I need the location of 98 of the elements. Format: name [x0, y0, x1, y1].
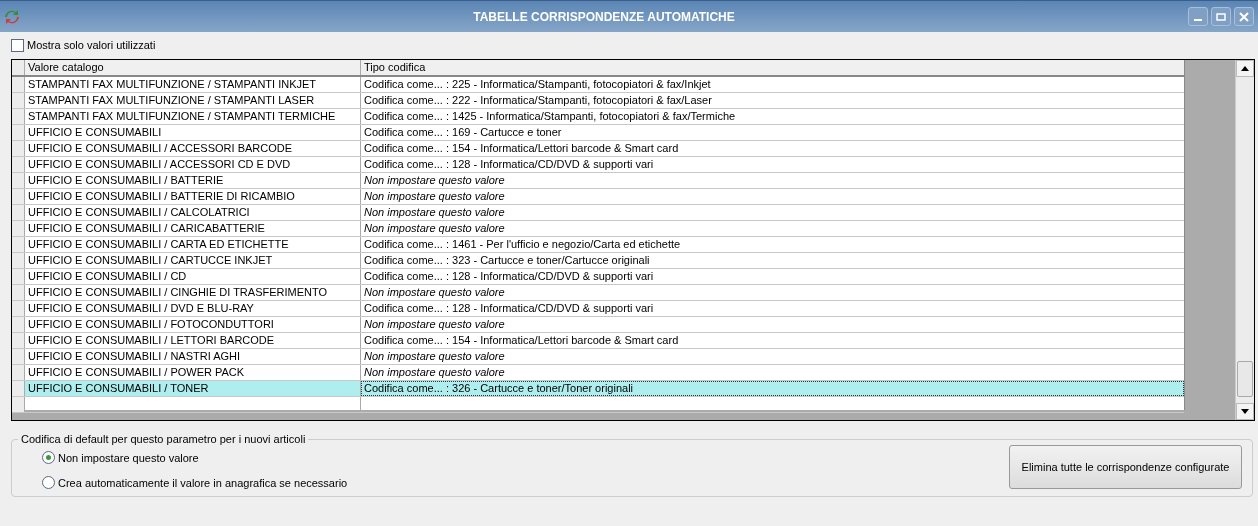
table-cell: UFFICIO E CONSUMABILI / CD [25, 269, 361, 284]
row-header [12, 269, 25, 284]
table-cell-text: Non impostare questo valore [363, 365, 506, 380]
row-header [12, 221, 25, 236]
table-row[interactable]: UFFICIO E CONSUMABILI / BATTERIE DI RICAMBIO Non impostare questo valore [12, 189, 1184, 205]
table-row[interactable]: UFFICIO E CONSUMABILI Codifica come... : 169 - Cartucce e toner [12, 125, 1184, 141]
table-cell: UFFICIO E CONSUMABILI / ACCESSORI BARCODE [25, 141, 361, 156]
table-row[interactable]: UFFICIO E CONSUMABILI / CARTUCCE INKJET Codifica come... : 323 - Cartucce e toner/Cartucce originali [12, 253, 1184, 269]
table-cell: UFFICIO E CONSUMABILI / BATTERIE DI RICAMBIO [25, 189, 361, 204]
table-row[interactable]: UFFICIO E CONSUMABILI / BATTERIE Non impostare questo valore [12, 173, 1184, 189]
table-cell: UFFICIO E CONSUMABILI [25, 125, 361, 140]
radio-button[interactable] [42, 451, 55, 464]
table-cell: Codifica come... : 326 - Cartucce e toner/Toner originali [361, 381, 1184, 396]
table-row[interactable]: STAMPANTI FAX MULTIFUNZIONE / STAMPANTI INKJET Codifica come... : 225 - Informatica/Stampanti, fotocopiatori & fax/Inkjet [12, 77, 1184, 93]
table-row[interactable]: UFFICIO E CONSUMABILI / NASTRI AGHI Non impostare questo valore [12, 349, 1184, 365]
table-cell: UFFICIO E CONSUMABILI / TONER [25, 381, 361, 396]
table-cell-text: Codifica come... : 128 - Informatica/CD/DVD & supporti vari [363, 157, 655, 172]
column-header[interactable]: Valore catalogo [25, 60, 361, 75]
table-cell: STAMPANTI FAX MULTIFUNZIONE / STAMPANTI LASER [25, 93, 361, 108]
table-cell-text: Codifica come... : 128 - Informatica/CD/DVD & supporti vari [363, 301, 655, 316]
table-row[interactable]: STAMPANTI FAX MULTIFUNZIONE / STAMPANTI LASER Codifica come... : 222 - Informatica/Stampanti, fotocopiatori & fax/Laser [12, 93, 1184, 109]
checkbox-label[interactable]: Mostra solo valori utilizzati [27, 39, 156, 51]
table-cell-text: Codifica come... : 154 - Informatica/Lettori barcode & Smart card [363, 141, 680, 156]
minimize-button[interactable] [1188, 7, 1208, 26]
table-cell-text: Codifica come... : 154 - Informatica/Lettori barcode & Smart card [363, 333, 680, 348]
table-cell: UFFICIO E CONSUMABILI / CARTUCCE INKJET [25, 253, 361, 268]
row-header [12, 381, 25, 396]
close-icon [1239, 11, 1249, 22]
row-header [12, 253, 25, 268]
scroll-down-icon[interactable] [1241, 409, 1249, 414]
table-cell-text: Non impostare questo valore [363, 205, 506, 220]
table-row[interactable]: UFFICIO E CONSUMABILI / ACCESSORI CD E DVD Codifica come... : 128 - Informatica/CD/DVD & supporti vari [12, 157, 1184, 173]
table-row[interactable]: UFFICIO E CONSUMABILI / ACCESSORI BARCODE Codifica come... : 154 - Informatica/Lettori barcode & Smart card [12, 141, 1184, 157]
row-header [12, 93, 25, 108]
table-row[interactable]: UFFICIO E CONSUMABILI / CARTA ED ETICHETTE Codifica come... : 1461 - Per l'ufficio e negozio/Carta ed etichette [12, 237, 1184, 253]
table-cell: UFFICIO E CONSUMABILI / NASTRI AGHI [25, 349, 361, 364]
table-row[interactable]: UFFICIO E CONSUMABILI / CD Codifica come... : 128 - Informatica/CD/DVD & supporti vari [12, 269, 1184, 285]
table-cell-text: Codifica come... : 128 - Informatica/CD/DVD & supporti vari [363, 269, 655, 284]
table-cell-text: Codifica come... : 323 - Cartucce e toner/Cartucce originali [363, 253, 651, 268]
app-icon [4, 8, 20, 25]
scroll-thumb[interactable] [1237, 361, 1253, 397]
table-row[interactable]: UFFICIO E CONSUMABILI / DVD E BLU-RAY Codifica come... : 128 - Informatica/CD/DVD & supporti vari [12, 301, 1184, 317]
table-cell-text: Non impostare questo valore [363, 349, 506, 364]
row-header [12, 349, 25, 364]
table-cell-text: Codifica come... : 169 - Cartucce e toner [363, 125, 563, 140]
table-row[interactable]: UFFICIO E CONSUMABILI / CALCOLATRICI Non impostare questo valore [12, 205, 1184, 221]
group-title: Codifica di default per questo parametro per i nuovi articoli [20, 433, 307, 445]
table-cell: UFFICIO E CONSUMABILI / LETTORI BARCODE [25, 333, 361, 348]
table-cell-text: Non impostare questo valore [363, 173, 506, 188]
window-title: TABELLE CORRISPONDENZE AUTOMATICHE [472, 9, 736, 24]
row-header [12, 125, 25, 140]
row-header [12, 205, 25, 220]
vertical-scrollbar[interactable] [1235, 60, 1254, 420]
row-header [12, 157, 25, 172]
row-header [12, 189, 25, 204]
radio-button[interactable] [42, 476, 55, 489]
table-row[interactable]: STAMPANTI FAX MULTIFUNZIONE / STAMPANTI TERMICHE Codifica come... : 1425 - Informatica/Stampanti, fotocopiatori & fax/Termiche [12, 109, 1184, 125]
table-row[interactable]: UFFICIO E CONSUMABILI / LETTORI BARCODE Codifica come... : 154 - Informatica/Lettori barcode & Smart card [12, 333, 1184, 349]
checkbox[interactable] [11, 38, 24, 52]
row-header [12, 237, 25, 252]
row-header [12, 141, 25, 156]
row-header [12, 317, 25, 332]
table-cell: UFFICIO E CONSUMABILI / ACCESSORI CD E DVD [25, 157, 361, 172]
table-cell: UFFICIO E CONSUMABILI / DVD E BLU-RAY [25, 301, 361, 316]
table-cell: UFFICIO E CONSUMABILI / CARTA ED ETICHETTE [25, 237, 361, 252]
close-button[interactable] [1234, 7, 1254, 26]
table-cell-text: Non impostare questo valore [363, 285, 506, 300]
table-cell: UFFICIO E CONSUMABILI / POWER PACK [25, 365, 361, 380]
radio-label[interactable]: Non impostare questo valore [58, 451, 199, 464]
row-header [12, 333, 25, 348]
table-row[interactable]: UFFICIO E CONSUMABILI / CARICABATTERIE Non impostare questo valore [12, 221, 1184, 237]
table-cell-text: Non impostare questo valore [363, 317, 506, 332]
row-header [12, 365, 25, 380]
minimize-icon [1194, 18, 1202, 21]
table-row[interactable]: UFFICIO E CONSUMABILI / TONER Codifica come... : 326 - Cartucce e toner/Toner originali [12, 381, 1184, 397]
table-cell: STAMPANTI FAX MULTIFUNZIONE / STAMPANTI TERMICHE [25, 109, 361, 124]
table-cell: UFFICIO E CONSUMABILI / CARICABATTERIE [25, 221, 361, 236]
row-header [12, 301, 25, 316]
table-cell-text: Non impostare questo valore [363, 189, 506, 204]
table-cell-text: Codifica come... : 222 - Informatica/Stampanti, fotocopiatori & fax/Laser [363, 93, 713, 108]
table-row[interactable]: UFFICIO E CONSUMABILI / FOTOCONDUTTORI Non impostare questo valore [12, 317, 1184, 333]
delete-all-button[interactable]: Elimina tutte le corrispondenze configurate [1009, 445, 1242, 489]
table-cell: UFFICIO E CONSUMABILI / CINGHIE DI TRASFERIMENTO [25, 285, 361, 300]
table-cell: UFFICIO E CONSUMABILI / CALCOLATRICI [25, 205, 361, 220]
scroll-up-icon[interactable] [1241, 66, 1249, 71]
radio-label[interactable]: Crea automaticamente il valore in anagrafica se necessario [58, 476, 348, 489]
table-row[interactable]: UFFICIO E CONSUMABILI / CINGHIE DI TRASFERIMENTO Non impostare questo valore [12, 285, 1184, 301]
row-header [12, 285, 25, 300]
row-header [12, 109, 25, 124]
table-cell: STAMPANTI FAX MULTIFUNZIONE / STAMPANTI INKJET [25, 77, 361, 92]
maximize-icon [1216, 11, 1226, 22]
table-cell-text: Codifica come... : 225 - Informatica/Stampanti, fotocopiatori & fax/Inkjet [363, 77, 712, 92]
table-cell-text: Codifica come... : 1461 - Per l'ufficio e negozio/Carta ed etichette [363, 237, 682, 252]
table-cell-text: Codifica come... : 1425 - Informatica/Stampanti, fotocopiatori & fax/Termiche [363, 109, 737, 124]
table-cell: UFFICIO E CONSUMABILI / FOTOCONDUTTORI [25, 317, 361, 332]
table-cell: UFFICIO E CONSUMABILI / BATTERIE [25, 173, 361, 188]
row-header [12, 173, 25, 188]
table-cell-text: Non impostare questo valore [363, 221, 506, 236]
